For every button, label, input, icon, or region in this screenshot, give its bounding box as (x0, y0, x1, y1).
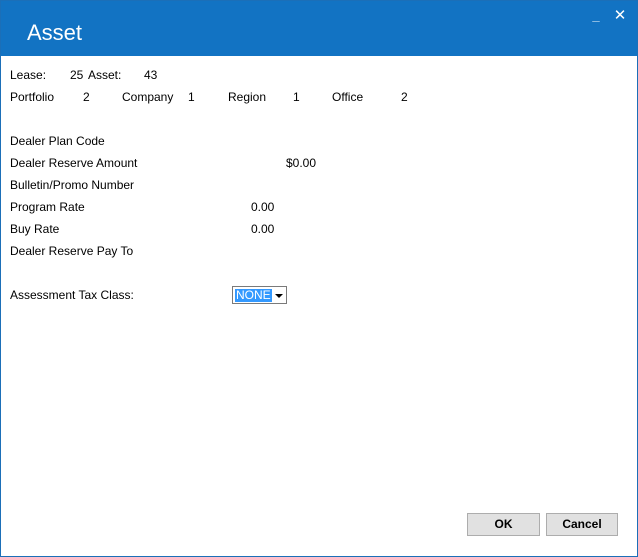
close-icon[interactable]: ✕ (611, 7, 629, 25)
company-label: Company (122, 90, 174, 104)
program-rate-value: 0.00 (251, 200, 275, 214)
dealer-reserve-amount-label: Dealer Reserve Amount (10, 156, 138, 170)
buy-rate-value: 0.00 (251, 222, 275, 236)
office-value: 2 (401, 90, 408, 104)
dealer-plan-code-label: Dealer Plan Code (10, 134, 105, 148)
asset-label: Asset: (88, 68, 122, 82)
region-label: Region (228, 90, 267, 104)
title-bar: Asset _ ✕ (1, 1, 637, 56)
portfolio-label: Portfolio (10, 90, 55, 104)
region-value: 1 (293, 90, 300, 104)
program-rate-label: Program Rate (10, 200, 85, 214)
assessment-tax-class-value: NONE (235, 288, 272, 302)
chevron-down-icon[interactable] (275, 294, 283, 298)
asset-value: 43 (144, 68, 158, 82)
lease-label: Lease: (10, 68, 47, 82)
buy-rate-label: Buy Rate (10, 222, 60, 236)
company-value: 1 (188, 90, 195, 104)
bulletin-promo-label: Bulletin/Promo Number (10, 178, 135, 192)
lease-value: 25 (70, 68, 84, 82)
asset-dialog: Asset _ ✕ Lease: 25 Asset: 43 Portfolio … (0, 0, 638, 557)
dealer-reserve-pay-to-label: Dealer Reserve Pay To (10, 244, 134, 258)
office-label: Office (332, 90, 364, 104)
portfolio-value: 2 (83, 90, 90, 104)
assessment-tax-class-label: Assessment Tax Class: (10, 288, 134, 302)
dealer-reserve-amount-value: $0.00 (286, 156, 317, 170)
window-title: Asset (27, 20, 83, 45)
assessment-tax-class-select[interactable]: NONE (232, 286, 287, 304)
cancel-button[interactable]: Cancel (546, 513, 618, 536)
minimize-icon[interactable]: _ (587, 7, 605, 25)
ok-button[interactable]: OK (467, 513, 540, 536)
